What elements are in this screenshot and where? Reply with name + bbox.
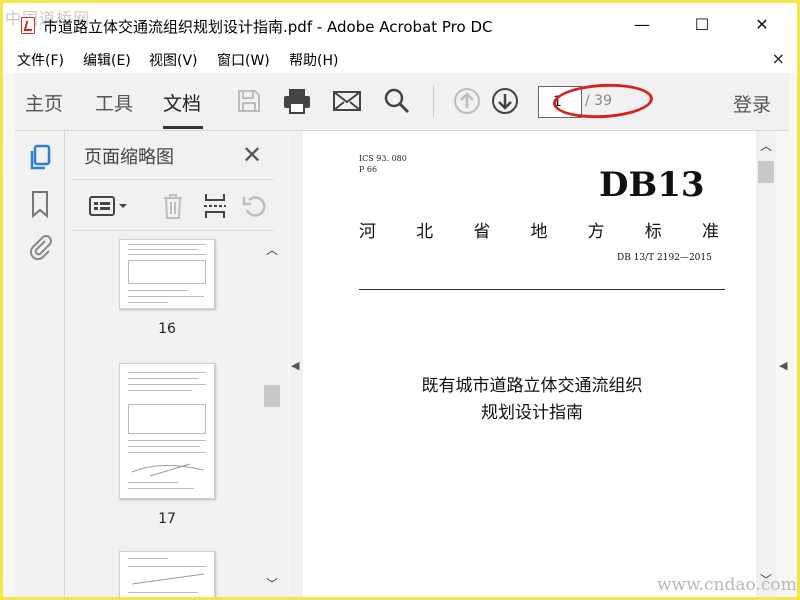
document-title: 既有城市道路立体交通流组织 规划设计指南 — [359, 373, 705, 427]
minimize-button[interactable]: — — [627, 13, 657, 37]
doc-scroll-up-icon[interactable]: ︿ — [760, 137, 772, 154]
close-document-button[interactable]: × — [772, 49, 785, 68]
page-number-label: 16 — [158, 321, 176, 337]
page-thumbnail-16[interactable] — [119, 239, 215, 309]
menu-edit[interactable]: 编辑(E) — [83, 50, 131, 70]
scroll-up-icon[interactable]: ︿ — [266, 241, 278, 258]
page-number-label: 17 — [158, 511, 176, 527]
arrow-down-icon[interactable] — [489, 85, 521, 117]
document-scrollbar[interactable]: ︿ ﹀ — [756, 131, 776, 597]
email-icon[interactable] — [331, 85, 363, 117]
heading-char: 地 — [530, 222, 548, 242]
attachment-icon[interactable] — [25, 231, 55, 261]
thumbnail-panel: 页面缩略图 ✕ 16 17 ︿ ﹀ — [66, 131, 288, 597]
window-title: 市道路立体交通流组织规划设计指南.pdf - Adobe Acrobat Pro… — [43, 18, 493, 36]
save-icon[interactable] — [233, 85, 265, 117]
p-text: P 66 — [359, 165, 378, 174]
app-window: 中国道桥网 市道路立体交通流组织规划设计指南.pdf - Adobe Acrob… — [0, 0, 800, 600]
thumbnail-options-icon[interactable] — [86, 190, 130, 222]
menu-bar: 文件(F) 编辑(E) 视图(V) 窗口(W) 帮助(H) × — [3, 47, 797, 73]
insert-page-icon[interactable] — [198, 190, 232, 222]
maximize-button[interactable]: ☐ — [687, 13, 717, 37]
watermark-bottom: www.cndao.com — [657, 575, 797, 595]
panel-toolbar — [72, 179, 274, 231]
close-panel-button[interactable]: ✕ — [242, 141, 262, 169]
toolbar-separator — [433, 85, 434, 117]
bookmark-icon[interactable] — [25, 189, 55, 219]
heading-char: 方 — [587, 222, 605, 242]
menu-view[interactable]: 视图(V) — [149, 50, 198, 70]
ics-text: ICS 93. 080 — [359, 154, 407, 163]
collapse-left-icon[interactable]: ◀ — [291, 359, 299, 372]
heading-char: 河 — [359, 222, 376, 242]
tab-home[interactable]: 主页 — [25, 89, 63, 116]
heading-char: 标 — [644, 222, 662, 242]
expand-right-icon[interactable]: ◀ — [779, 359, 787, 372]
arrow-up-icon[interactable] — [451, 85, 483, 117]
page-thumbnail-18[interactable] — [119, 551, 215, 597]
doc-scrollbar-thumb[interactable] — [758, 161, 774, 183]
scroll-down-icon[interactable]: ﹀ — [266, 575, 278, 592]
tab-document[interactable]: 文档 — [163, 89, 201, 116]
navigation-strip — [15, 131, 65, 597]
search-icon[interactable] — [381, 85, 413, 117]
title-bar: 中国道桥网 市道路立体交通流组织规划设计指南.pdf - Adobe Acrob… — [3, 3, 797, 47]
page-thumbnail-17[interactable] — [119, 363, 215, 499]
scrollbar-thumb[interactable] — [264, 385, 280, 407]
tab-tools[interactable]: 工具 — [95, 89, 133, 116]
divider-line — [359, 289, 725, 290]
document-page: ICS 93. 080 P 66 DB13 河 北 省 地 方 标 准 DB 1… — [303, 131, 775, 597]
login-button[interactable]: 登录 — [733, 90, 771, 117]
ics-code: ICS 93. 080 P 66 — [359, 153, 407, 175]
close-window-button[interactable]: ✕ — [747, 13, 777, 37]
rotate-icon[interactable] — [238, 190, 272, 222]
title-line-2: 规划设计指南 — [481, 403, 583, 423]
panel-title: 页面缩略图 — [84, 147, 174, 168]
acrobat-icon — [21, 17, 35, 34]
page-thumbnails-icon[interactable] — [25, 143, 55, 173]
heading-char: 省 — [473, 222, 491, 242]
standard-code: DB13 — [599, 165, 705, 205]
heading-char: 北 — [416, 222, 434, 242]
menu-window[interactable]: 窗口(W) — [217, 50, 270, 70]
standard-number: DB 13/T 2192—2015 — [617, 253, 712, 263]
heading-char: 准 — [701, 222, 719, 242]
thumbnail-scrollbar[interactable]: ︿ ﹀ — [262, 235, 282, 597]
province-heading: 河 北 省 地 方 标 准 — [359, 217, 719, 242]
menu-help[interactable]: 帮助(H) — [289, 50, 338, 70]
toolbar: 主页 工具 文档 1 / 39 登录 — [15, 73, 789, 131]
title-line-1: 既有城市道路立体交通流组织 — [421, 376, 643, 396]
active-tab-indicator — [163, 126, 203, 129]
thumbnail-list: 16 17 — [66, 235, 266, 597]
delete-icon[interactable] — [156, 190, 190, 222]
menu-file[interactable]: 文件(F) — [17, 50, 64, 70]
print-icon[interactable] — [281, 85, 313, 117]
